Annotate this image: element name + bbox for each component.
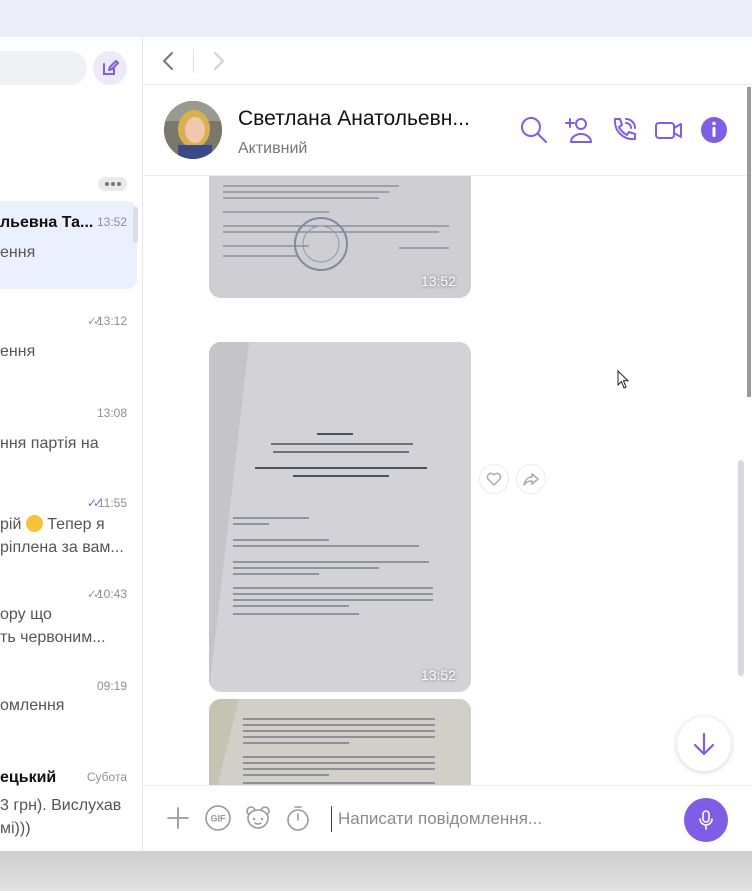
- mic-icon: [699, 810, 713, 830]
- chat-search-input[interactable]: [0, 51, 87, 85]
- more-options-button[interactable]: [98, 177, 127, 191]
- search-icon[interactable]: [519, 115, 549, 145]
- message-text: рій: [0, 516, 22, 533]
- message-text: Тепер я: [47, 516, 105, 533]
- chat-time: 11:55: [97, 496, 127, 510]
- gif-icon[interactable]: GIF: [204, 804, 232, 832]
- message-text: ріплена за вам...: [0, 539, 124, 556]
- chat-list-sidebar: льевна Та... 13:52 ення ✓✓ 13:12 ення 13…: [0, 37, 143, 851]
- message-input[interactable]: [331, 806, 661, 832]
- contact-avatar[interactable]: [164, 101, 222, 159]
- sticker-icon[interactable]: [244, 804, 272, 832]
- chat-time: 10:43: [96, 587, 127, 601]
- viber-window: льевна Та... 13:52 ення ✓✓ 13:12 ення 13…: [0, 37, 752, 851]
- chat-last-message: ору що ть червоним...: [0, 603, 128, 649]
- message-text: ть червоним...: [0, 629, 106, 646]
- chat-list-item[interactable]: ✓✓ 13:12 ення: [0, 300, 137, 388]
- chat-last-message: 3 грн). Вислухав мі))): [0, 794, 128, 840]
- chat-time: Субота: [86, 770, 127, 784]
- avatar-photo: [164, 101, 222, 159]
- message-time: 13:52: [420, 273, 456, 289]
- chat-last-message: омлення: [0, 697, 65, 714]
- chat-list-item[interactable]: ✓✓ 10:43 ору що ть червоним...: [0, 573, 137, 661]
- document-photo: [209, 342, 471, 692]
- back-arrow-icon[interactable]: [158, 50, 180, 72]
- chat-last-message: ення: [0, 244, 36, 261]
- photo-message[interactable]: 13:52: [209, 176, 471, 298]
- share-icon: [523, 473, 539, 486]
- timer-icon[interactable]: [284, 804, 312, 832]
- compose-icon: [103, 60, 119, 75]
- chat-time: 13:12: [96, 314, 127, 328]
- mouse-cursor-icon: [617, 370, 630, 389]
- chat-name: льевна Та...: [0, 214, 94, 231]
- chat-list-item[interactable]: 09:19 омлення: [0, 665, 137, 753]
- chat-list-item[interactable]: ✓✓ 11:55 рій Тепер я ріплена за вам...: [0, 482, 137, 570]
- chat-last-message: рій Тепер я ріплена за вам...: [0, 513, 128, 559]
- contact-name[interactable]: Светлана Анатольевн...: [238, 107, 470, 131]
- message-scrollbar[interactable]: [738, 460, 744, 676]
- plus-icon[interactable]: [164, 804, 192, 832]
- like-button[interactable]: [479, 464, 509, 494]
- desktop-background: [0, 851, 752, 891]
- window-titlebar: [0, 0, 752, 37]
- compose-button[interactable]: [93, 51, 127, 85]
- chat-time: 13:52: [96, 215, 127, 229]
- chat-list-item[interactable]: льевна Та... 13:52 ення: [0, 201, 137, 289]
- nav-divider: [193, 49, 194, 73]
- message-composer: GIF: [143, 785, 752, 851]
- chat-time: 09:19: [96, 679, 127, 693]
- add-contact-icon[interactable]: [564, 115, 594, 145]
- message-area: 13:52 13:52: [143, 176, 752, 785]
- conversation-panel: Светлана Анатольевн... Активний 13:52 13…: [143, 37, 752, 851]
- svg-text:GIF: GIF: [211, 814, 227, 824]
- contact-status: Активний: [238, 140, 308, 157]
- laughing-emoji-icon: [25, 515, 43, 532]
- photo-message[interactable]: [209, 699, 471, 785]
- scroll-to-bottom-button[interactable]: [677, 717, 731, 771]
- chat-list-item[interactable]: ецький Субота 3 грн). Вислухав мі))): [0, 756, 137, 844]
- info-icon[interactable]: [699, 115, 729, 145]
- chat-last-message: ння партія на: [0, 435, 99, 452]
- message-time: 13:52: [420, 667, 456, 683]
- phone-icon[interactable]: [609, 115, 639, 145]
- chat-name: ецький: [0, 769, 57, 786]
- navigation-bar: [143, 37, 752, 85]
- conversation-header: Светлана Анатольевн... Активний: [143, 85, 752, 176]
- forward-arrow-icon[interactable]: [207, 50, 229, 72]
- chat-last-message: ення: [0, 343, 36, 360]
- message-text: мі))): [0, 820, 31, 837]
- sidebar-scrollbar[interactable]: [133, 207, 138, 243]
- photo-message[interactable]: 13:52: [209, 342, 471, 692]
- heart-icon: [486, 472, 502, 486]
- document-photo: [209, 699, 471, 785]
- chat-list-item[interactable]: 13:08 ння партія на: [0, 392, 137, 480]
- scroll-down-icon: [693, 732, 715, 756]
- share-button[interactable]: [516, 464, 546, 494]
- chat-time: 13:08: [96, 406, 127, 420]
- video-icon[interactable]: [654, 115, 684, 145]
- message-text: ору що: [0, 606, 52, 623]
- message-text: 3 грн). Вислухав: [0, 797, 122, 814]
- voice-message-button[interactable]: [684, 798, 728, 842]
